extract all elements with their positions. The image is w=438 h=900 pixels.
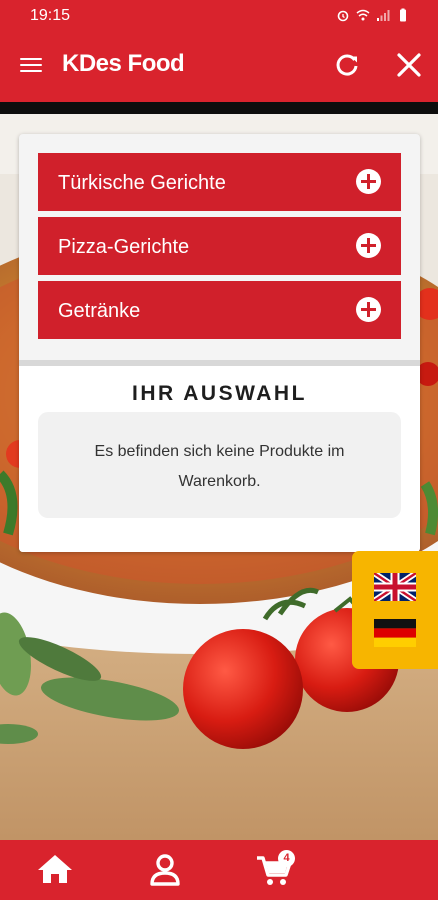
app-title: KDes Food [62,50,185,77]
empty-cart-box: Es befinden sich keine Produkte im Waren… [38,412,401,518]
category-label: Pizza-Gerichte [58,236,190,258]
category-label: Getränke [58,300,141,322]
signal-icon [377,10,390,21]
category-button-pizza[interactable]: Pizza-Gerichte [38,217,401,275]
plus-circle-icon [356,169,381,194]
category-button-turkish[interactable]: Türkische Gerichte [38,153,401,211]
battery-icon [400,8,406,22]
bottom-navigation: 4 [0,840,438,900]
category-label: Türkische Gerichte [58,172,226,194]
hamburger-line [20,63,42,67]
refresh-button[interactable] [332,50,362,80]
category-button-drinks[interactable]: Getränke [38,281,401,339]
home-icon [38,855,72,883]
wifi-icon [356,9,370,21]
plus-circle-icon [356,233,381,258]
user-icon [150,854,180,886]
selection-title: IHR AUSWAHL [132,382,307,405]
hamburger-line [20,69,42,73]
germany-flag-icon[interactable] [374,619,416,647]
menu-card: Türkische Gerichte Pizza-Gerichte Geträn… [19,134,420,552]
menu-button[interactable] [20,54,44,78]
nav-account-button[interactable] [145,850,185,890]
cart-count-badge: 4 [278,850,295,867]
uk-flag-icon[interactable] [372,570,418,604]
status-icons [336,8,410,22]
language-selector [352,551,438,669]
header-divider [0,102,438,114]
alarm-icon [337,10,349,22]
empty-cart-message: Es befinden sich keine Produkte im Waren… [94,443,345,490]
nav-cart-button[interactable]: 4 [255,850,295,890]
close-icon [397,53,421,77]
plus-circle-icon [356,297,381,322]
close-button[interactable] [394,50,424,80]
status-time: 19:15 [30,7,71,24]
refresh-icon [336,54,358,76]
hamburger-line [20,57,42,61]
nav-home-button[interactable] [35,850,75,890]
status-bar: 19:15 [0,0,438,34]
app-bar: KDes Food [0,34,438,102]
